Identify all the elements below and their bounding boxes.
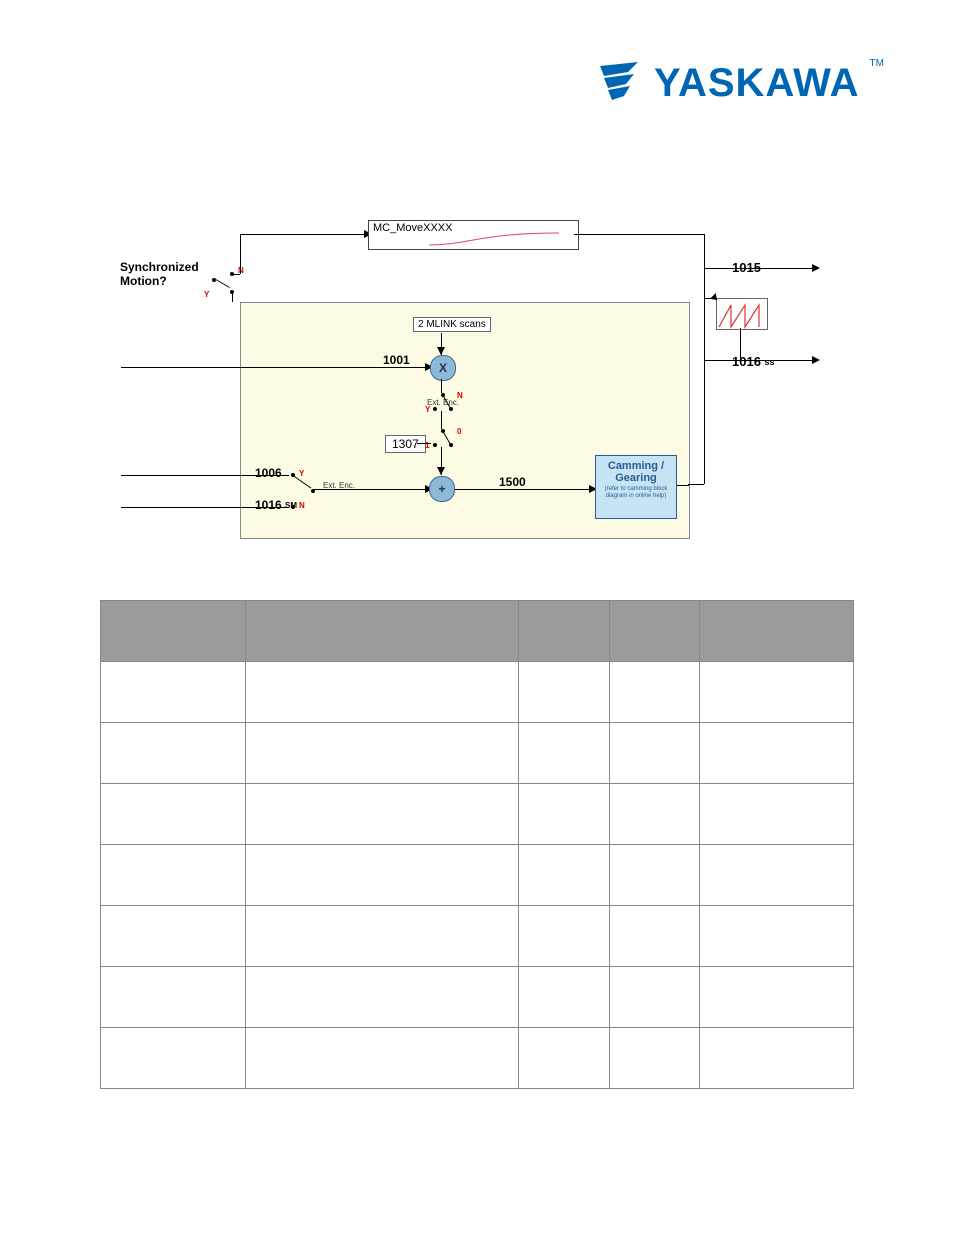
table-row [101, 906, 854, 967]
multiply-node: X [430, 355, 456, 381]
sync-motion-block: 2 MLINK scans 1001 X Ext. Enc. N Y 13 [240, 302, 690, 539]
logo-text: YASKAWA [654, 61, 860, 106]
sum-node: + [429, 476, 455, 502]
mc-move-box: MC_MoveXXXX [368, 220, 579, 250]
table-row [101, 662, 854, 723]
camming-gearing-box: Camming / Gearing (refer to camming bloc… [595, 455, 677, 519]
table-row [101, 784, 854, 845]
param-1016-ss: 1016 ss [732, 354, 775, 369]
table-row [101, 967, 854, 1028]
mlink-scans-box: 2 MLINK scans [413, 317, 491, 332]
table-row [101, 845, 854, 906]
yaskawa-logo: YASKAWA TM [598, 60, 884, 106]
param-1001: 1001 [383, 353, 410, 367]
table-row [101, 723, 854, 784]
table-header-5 [699, 601, 853, 662]
param-1006: 1006 [255, 466, 282, 480]
yaskawa-mark-icon [598, 60, 644, 106]
table-header-4 [609, 601, 699, 662]
s-curve-icon [429, 231, 559, 247]
position-curve-icon [716, 298, 768, 330]
param-1015: 1015 [732, 260, 761, 275]
table-header-1 [101, 601, 246, 662]
ext-enc-label-1: Ext. Enc. [427, 398, 459, 407]
table-row [101, 1028, 854, 1089]
logo-tm: TM [870, 58, 884, 69]
table-header-row [101, 601, 854, 662]
param-1307: 1307 [385, 435, 426, 453]
parameter-table [100, 600, 854, 1089]
param-1500: 1500 [499, 475, 526, 489]
switch-y-label: Y [204, 290, 209, 299]
table-header-2 [246, 601, 519, 662]
block-diagram: Synchronized Motion? N Y MC_MoveXXXX [120, 200, 840, 550]
sync-motion-label: Synchronized Motion? [120, 260, 199, 289]
table-header-3 [519, 601, 609, 662]
